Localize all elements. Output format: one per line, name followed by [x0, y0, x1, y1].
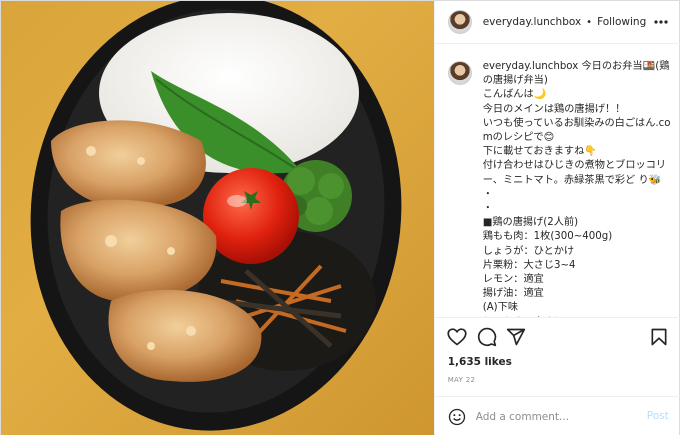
- comment-input[interactable]: [475, 409, 636, 425]
- header-username[interactable]: everyday.lunchbox: [483, 16, 581, 28]
- paper-plane-icon[interactable]: [506, 327, 526, 347]
- caption-username[interactable]: everyday.lunchbox: [483, 61, 579, 72]
- smiley-icon[interactable]: [448, 408, 466, 426]
- post-details-panel: everyday.lunchbox • Following everyday.l…: [433, 1, 680, 435]
- caption-text: 今日のお弁当🍱(鶏の唐揚げ弁当) こんばんは🌙 今日のメインは鶏の唐揚げ！！ い…: [482, 61, 671, 317]
- post-header: everyday.lunchbox • Following: [434, 1, 680, 44]
- likes-count[interactable]: 1,635 likes: [448, 356, 512, 368]
- avatar[interactable]: [447, 10, 472, 34]
- comment-bar: Post: [434, 396, 680, 435]
- caption-section[interactable]: everyday.lunchbox 今日のお弁当🍱(鶏の唐揚げ弁当) こんばんは…: [435, 45, 680, 317]
- bookmark-icon[interactable]: [649, 327, 669, 347]
- instagram-post: everyday.lunchbox • Following everyday.l…: [0, 0, 680, 435]
- comment-icon[interactable]: [477, 327, 497, 347]
- post-button[interactable]: Post: [647, 410, 669, 422]
- header-separator: •: [586, 16, 593, 28]
- post-date[interactable]: MAY 22: [448, 376, 476, 384]
- caption-avatar[interactable]: [447, 61, 472, 85]
- more-horizontal-icon[interactable]: [653, 14, 669, 30]
- caption-body: everyday.lunchbox 今日のお弁当🍱(鶏の唐揚げ弁当) こんばんは…: [483, 60, 675, 317]
- heart-icon[interactable]: [447, 327, 467, 347]
- following-button[interactable]: Following: [597, 16, 646, 28]
- post-photo[interactable]: [1, 1, 434, 435]
- bento-photo: [30, 1, 402, 431]
- action-bar: [434, 317, 680, 355]
